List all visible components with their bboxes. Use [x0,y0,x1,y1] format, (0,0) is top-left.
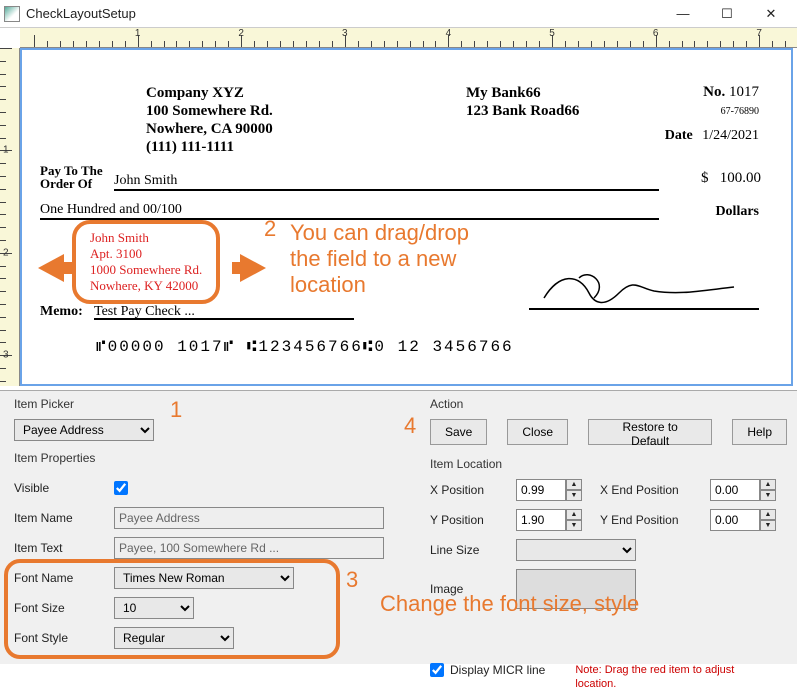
control-panel: Item Picker 1 Payee Address Item Propert… [0,390,797,664]
annotation-drag-text: You can drag/drop the field to a new loc… [290,220,469,298]
x-end-position-label: X End Position [600,483,710,497]
item-name-label: Item Name [14,511,114,525]
ruler-vertical: 123 [0,48,20,386]
font-size-label: Font Size [14,601,114,615]
spin-down-icon[interactable]: ▼ [760,520,776,531]
amount-field[interactable]: $ 100.00 [701,170,761,187]
display-micr-checkbox-label[interactable]: Display MICR line [430,663,545,677]
font-name-label: Font Name [14,571,114,585]
y-end-position-spinner[interactable]: ▲▼ [710,509,784,531]
x-end-position-spinner[interactable]: ▲▼ [710,479,784,501]
item-name-input[interactable] [114,507,384,529]
ruler-horizontal: 1234567 [20,28,797,48]
spin-up-icon[interactable]: ▲ [760,509,776,520]
y-end-position-label: Y End Position [600,513,710,527]
date-value: 1/24/2021 [702,128,759,143]
font-name-select[interactable]: Times New Roman [114,567,294,589]
spin-down-icon[interactable]: ▼ [566,490,582,501]
arrow-right-icon [240,254,266,282]
line-size-label: Line Size [430,543,516,557]
item-picker-label: Item Picker [14,397,410,411]
window-titlebar: CheckLayoutSetup — ☐ ✕ [0,0,797,28]
signature-image[interactable] [539,263,739,313]
annotation-number-2: 2 [264,216,276,242]
y-position-spinner[interactable]: ▲▼ [516,509,600,531]
save-button[interactable]: Save [430,419,487,445]
date-label: Date [665,128,693,143]
company-addr1: 100 Somewhere Rd. [146,102,273,120]
left-column: Item Picker 1 Payee Address Item Propert… [0,391,420,664]
item-text-label: Item Text [14,541,114,555]
x-position-spinner[interactable]: ▲▼ [516,479,600,501]
annotation-number-4: 4 [404,413,416,439]
right-column: Action 4 Save Close Restore to Default H… [420,391,797,664]
payee-field[interactable]: John Smith [114,173,659,191]
line-size-select[interactable] [516,539,636,561]
item-location-label: Item Location [430,457,787,471]
item-text-input[interactable] [114,537,384,559]
item-picker-select[interactable]: Payee Address [14,419,154,441]
restore-default-button[interactable]: Restore to Default [588,419,712,445]
x-position-label: X Position [430,483,516,497]
company-block[interactable]: Company XYZ 100 Somewhere Rd. Nowhere, C… [146,84,273,156]
payee-address-field[interactable]: John Smith Apt. 3100 1000 Somewhere Rd. … [72,220,220,304]
company-name: Company XYZ [146,84,273,102]
dollars-label: Dollars [715,204,759,220]
annotation-number-3: 3 [346,567,358,593]
visible-label: Visible [14,481,114,495]
bank-block[interactable]: My Bank66 123 Bank Road66 [466,84,579,120]
bank-name: My Bank66 [466,84,579,102]
minimize-button[interactable]: — [661,1,705,27]
routing-small[interactable]: 67-76890 [721,106,759,117]
annotation-number-1: 1 [170,397,182,423]
bank-addr: 123 Bank Road66 [466,102,579,120]
date-field[interactable]: Date 1/24/2021 [665,128,759,144]
arrow-left-icon [38,254,64,282]
font-style-label: Font Style [14,631,114,645]
visible-checkbox[interactable] [114,481,128,495]
action-label: Action [430,397,787,411]
note-text: Note: Drag the red item to adjust locati… [575,663,745,691]
check-number[interactable]: No. 1017 [703,84,759,101]
memo-field[interactable]: Test Pay Check ... [94,304,354,320]
font-size-select[interactable]: 10 [114,597,194,619]
help-button[interactable]: Help [732,419,787,445]
arrow-left-stem [62,262,72,274]
font-style-select[interactable]: Regular [114,627,234,649]
close-window-button[interactable]: ✕ [749,1,793,27]
spin-up-icon[interactable]: ▲ [566,479,582,490]
close-button[interactable]: Close [507,419,568,445]
company-addr2: Nowhere, CA 90000 [146,120,273,138]
display-micr-checkbox[interactable] [430,663,444,677]
spin-up-icon[interactable]: ▲ [760,479,776,490]
spin-down-icon[interactable]: ▼ [566,520,582,531]
app-icon [4,6,20,22]
check-layout: Company XYZ 100 Somewhere Rd. Nowhere, C… [36,58,779,378]
annotation-font-text: Change the font size, style [380,591,639,617]
y-position-label: Y Position [430,513,516,527]
memo-label: Memo: [40,304,83,320]
pay-to-label: Pay To The Order Of [40,164,103,190]
maximize-button[interactable]: ☐ [705,1,749,27]
check-number-value: 1017 [729,84,759,100]
check-canvas[interactable]: Company XYZ 100 Somewhere Rd. Nowhere, C… [20,48,793,386]
amount-written-field[interactable]: One Hundred and 00/100 [40,202,659,220]
spin-up-icon[interactable]: ▲ [566,509,582,520]
window-title: CheckLayoutSetup [26,6,661,21]
micr-line[interactable]: ⑈00000 1017⑈ ⑆123456766⑆0 12 3456766 [96,338,514,356]
item-properties-label: Item Properties [14,451,410,465]
spin-down-icon[interactable]: ▼ [760,490,776,501]
check-number-label: No. [703,84,725,100]
company-phone: (111) 111-1111 [146,138,273,156]
